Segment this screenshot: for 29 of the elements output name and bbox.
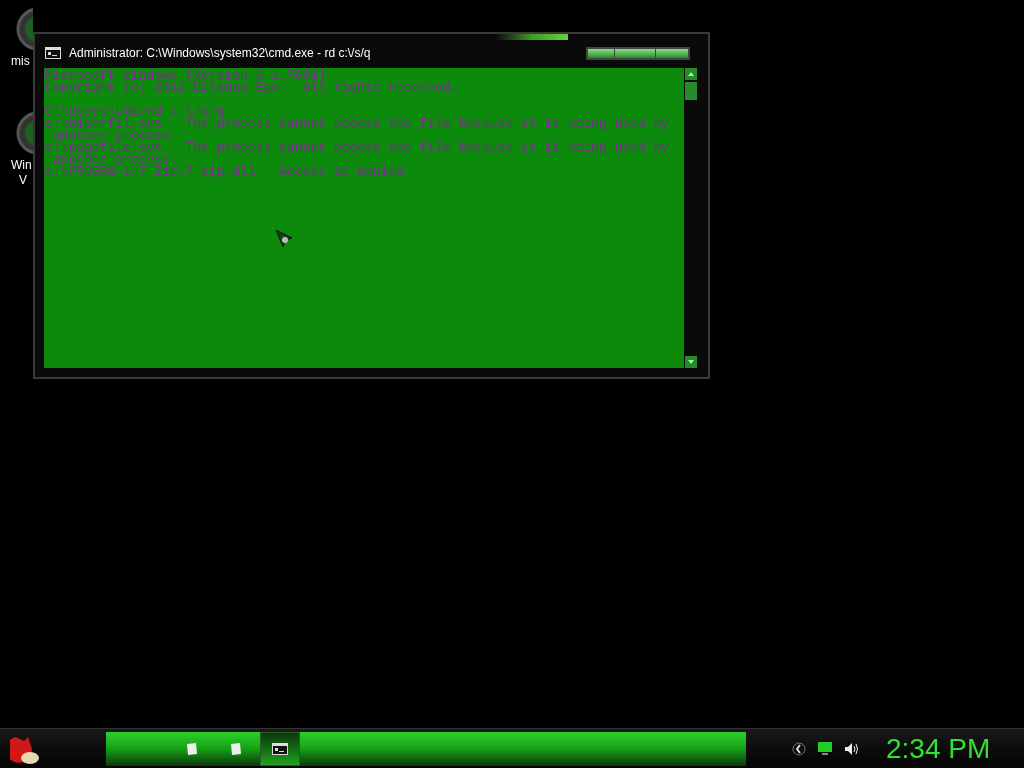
minimize-button[interactable]	[588, 48, 614, 58]
console-line: another process.	[52, 130, 179, 142]
icon-label: Win	[11, 158, 32, 173]
page-icon	[185, 741, 199, 756]
window-title: Administrator: C:\Windows\system32\cmd.exe - rd c:\/s/q	[69, 45, 371, 62]
page-icon	[229, 741, 243, 756]
console-line: c:\PROGRA~1\7-Zip\7-zip.dll - Access is denied.	[45, 166, 413, 178]
speaker-icon[interactable]	[844, 741, 860, 756]
console-line: c:\hiberfil.sys - The process cannot access the file because it is being used by	[45, 118, 671, 130]
scroll-down-icon[interactable]	[684, 356, 698, 368]
scrollbar[interactable]	[684, 68, 698, 368]
icon-label: mis	[11, 54, 30, 69]
console-line: c:\pagefile.sys - The process cannot access the file because it is being used by	[45, 142, 671, 154]
console-line: Copyright (c) 2012 Dilshad Ego. All rights reserved.	[45, 82, 460, 94]
cursor-icon	[275, 229, 295, 249]
console-line: C:\Users\LOL>rd c:\/s/q	[45, 106, 226, 118]
console-line: Microsoft Windows [Version 6.1.7601]	[45, 70, 327, 82]
scroll-thumb[interactable]	[685, 82, 697, 100]
console-icon	[45, 47, 61, 59]
monitor-icon[interactable]	[818, 742, 832, 755]
taskbar-button[interactable]	[260, 731, 300, 766]
chevron-icon[interactable]	[792, 741, 806, 756]
close-button[interactable]	[656, 48, 688, 58]
console-line: another process.	[52, 154, 178, 166]
maximize-button[interactable]	[615, 48, 655, 58]
scroll-up-icon[interactable]	[684, 68, 698, 80]
clock[interactable]: 2:34 PM	[886, 734, 991, 763]
icon-label: V	[19, 173, 27, 188]
console-icon	[272, 742, 288, 755]
